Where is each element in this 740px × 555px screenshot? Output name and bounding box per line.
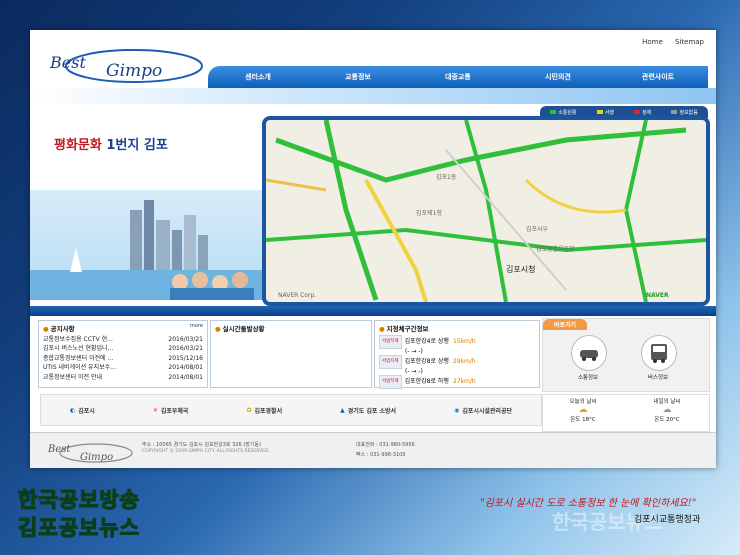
bus-info-button[interactable] [641,335,677,371]
home-link[interactable]: Home [642,38,663,46]
caption-source: 김포시교통행정과 [634,515,701,525]
congestion-title: ● 지정체구간정보 [379,325,429,333]
city-illustration [30,190,266,300]
partner-gimpo-city[interactable]: ◐ 김포시 [70,406,95,415]
quick-title: 바로가기 [543,319,587,330]
svg-text:Best: Best [49,53,86,72]
header-band [30,88,716,104]
site-logo[interactable]: Best Gimpo [44,40,204,90]
logo-swoosh-icon: Best Gimpo [49,49,203,83]
footer-copyright: COPYRIGHT © 2009 GIMPO CITY. ALL RIGHTS … [142,449,270,454]
notice-more-link[interactable]: more [190,323,203,329]
list-item[interactable]: 교통정보센터 이전 안내 2014/08/01 [39,373,207,382]
list-item[interactable]: 교통정보수집용 CCTV 현... 2016/03/21 [39,335,207,344]
map-label-1: 김포1동 [436,174,457,181]
partner-facility-corp[interactable]: ◉ 김포시시설관리공단 [454,406,512,415]
traffic-map-panel: 김포시청 김포1동 김포제1청 김포사우 NAVER Corp. 김포종합운동장… [262,116,710,306]
traffic-info-label: 소통정보 [577,375,599,381]
list-item[interactable]: 김포시 버스노선 현황입니... 2016/03/21 [39,344,207,353]
svg-text:Gimpo: Gimpo [80,452,113,463]
bus-info-label: 버스정보 [647,375,669,381]
top-links: Home Sitemap [632,38,704,46]
main-menu: 센터소개 교통정보 대중교통 시민의견 관련사이트 [208,66,708,88]
bullet-icon: ● [379,325,385,333]
traffic-map[interactable]: 김포시청 김포1동 김포제1청 김포사우 NAVER Corp. 김포종합운동장… [266,120,706,302]
map-label-naver: NAVER [646,292,669,299]
bullet-icon: ● [215,325,221,333]
map-label-2: 김포제1청 [416,210,442,217]
map-label-stadium: 김포종합운동장 [536,246,575,253]
news-brand: 김포공보뉴스 [17,515,140,540]
footer-fax: 팩스 : 031-998-3109 [356,452,406,458]
footer-logo-icon: Best Gimpo [47,443,133,463]
notice-panel: ● 공지사항 more 교통정보수집용 CCTV 현... 2016/03/21 김… [38,320,208,388]
site-footer: Best Gimpo 주소 : 10065 경기도 김포시 김포한강3로 326… [30,432,716,468]
slogan-rest: 1번지 김포 [106,138,168,153]
list-item[interactable]: 종합교통정보센터 이전에 ... 2015/12/16 [39,354,207,363]
map-roads-icon [266,120,706,302]
incident-panel: ● 실시간돌발상황 [210,320,372,388]
partner-police[interactable]: ✪ 김포경찰서 [246,406,282,415]
svg-text:Gimpo: Gimpo [106,61,162,81]
congestion-panel: ● 지정체구간정보 서범지혜 김포한강4로 상행 15km/h (- → -) 서범지… [374,320,540,389]
svg-text:Best: Best [47,444,71,455]
partner-post-office[interactable]: ✕ 김포우체국 [153,406,189,415]
quick-links: 바로가기 소통정보 버스정보 [542,318,710,392]
footer-tel: 대표전화 : 031-980-5956 [356,442,415,448]
weather-panel: 오늘의 날씨 ☁ 온도 18°C 내일의 날씨 ☁ 온도 20°C [542,394,710,432]
weather-tomorrow: 내일의 날씨 ☁ 온도 20°C [627,397,707,423]
legend-slow: 서행 [596,109,614,116]
partner-logos: ◐ 김포시 ✕ 김포우체국 ✪ 김포경찰서 ▲ 경기도 김포 소방서 ◉ 김포시시설관리공… [40,394,542,426]
notice-title: ● 공지사항 [43,325,75,333]
map-label-copyright: NAVER Corp. [278,292,317,299]
section-divider-bar [30,306,716,316]
legend-jam: 정체 [634,109,651,116]
list-item[interactable]: 서범지혜 김포한강8로 하행 27km/h [375,375,539,389]
sitemap-link[interactable]: Sitemap [675,38,704,46]
weather-today: 오늘의 날씨 ☁ 온도 18°C [543,397,623,423]
bus-icon [651,344,667,363]
menu-related-sites[interactable]: 관련사이트 [608,72,708,82]
car-icon [580,350,598,361]
menu-public-transit[interactable]: 대중교통 [408,72,508,82]
menu-citizen-opinion[interactable]: 시민의견 [508,72,608,82]
legend-smooth: 소통원활 [550,109,577,116]
footer-address: 주소 : 10065 경기도 김포시 김포한강3로 326 (장기동) [142,442,261,448]
map-label-3: 김포사우 [526,226,549,233]
cloud-sun-icon: ☁ [578,405,588,415]
menu-traffic-info[interactable]: 교통정보 [308,72,408,82]
list-item[interactable]: 서범지혜 김포한강4로 상행 15km/h [375,335,539,349]
map-label-cityhall: 김포시청 [506,265,536,274]
traffic-info-button[interactable] [571,335,607,371]
slogan-brand: 평화문화 [54,138,102,153]
bullet-icon: ● [43,325,49,333]
website-frame: Home Sitemap Best Gimpo 센터소개 교통정보 대중교통 시… [30,30,716,468]
incident-title: ● 실시간돌발상황 [215,325,265,333]
cloud-icon: ☁ [662,405,672,415]
photo-caption: "김포시 실시간 도로 소통정보 한 눈에 확인하세요!" [480,498,697,509]
broadcast-brand: 한국공보방송 [17,487,140,512]
city-skyline-icon [30,200,266,300]
city-slogan: 평화문화 1번지 김포 [54,134,168,153]
menu-center-intro[interactable]: 센터소개 [208,72,308,82]
partner-fire-station[interactable]: ▲ 경기도 김포 소방서 [340,406,396,415]
list-item[interactable]: UTIS 내비게이션 유지보수... 2014/08/01 [39,363,207,372]
list-item[interactable]: 서범지혜 김포한강8로 상행 29km/h [375,355,539,369]
legend-none: 정보없음 [671,109,698,116]
